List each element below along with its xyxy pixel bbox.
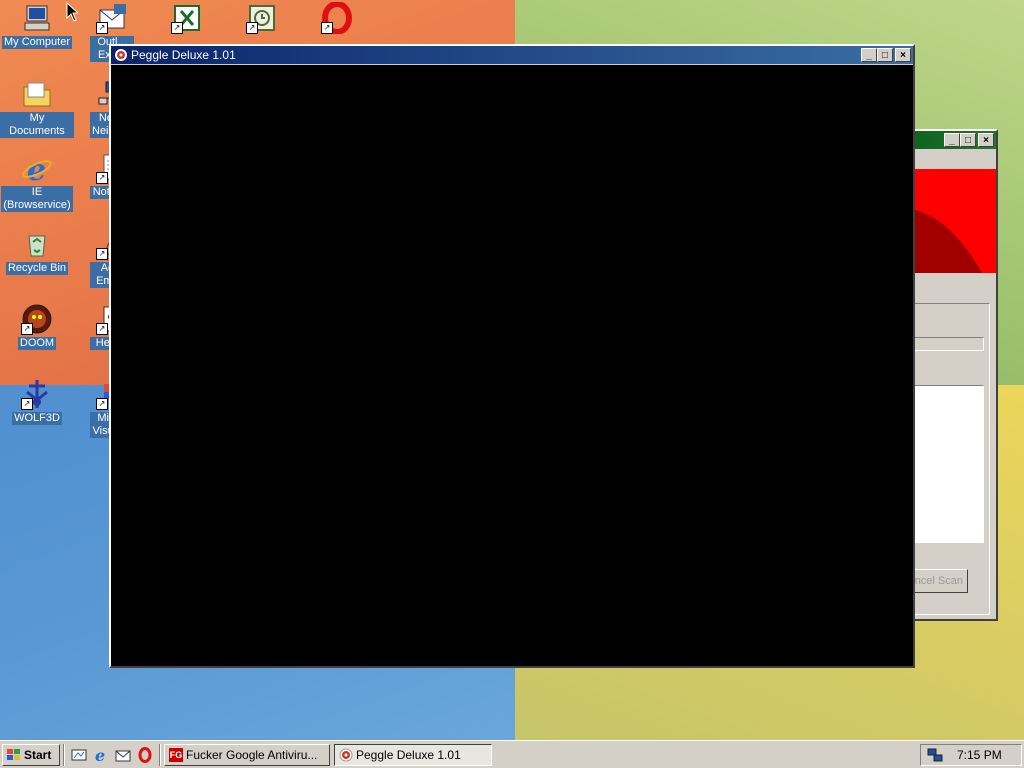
opera-icon: ↗	[321, 1, 353, 35]
peggle-game-canvas[interactable]	[111, 65, 913, 666]
window-title: Peggle Deluxe 1.01	[131, 48, 236, 62]
desktop-icon-my-computer[interactable]: My Computer	[0, 2, 74, 49]
desktop-icon-doom[interactable]: ↗ DOOM	[0, 303, 74, 350]
internet-explorer-icon[interactable]: e	[92, 746, 110, 764]
task-label: Peggle Deluxe 1.01	[356, 747, 461, 762]
antivirus-progress	[912, 337, 984, 351]
taskbar-separator	[159, 743, 161, 766]
antivirus-banner	[912, 169, 996, 273]
start-button[interactable]: Start	[2, 743, 60, 766]
icon-label: My Documents	[0, 112, 74, 138]
start-label: Start	[24, 747, 52, 762]
network-status-icon[interactable]	[927, 748, 943, 762]
outlook-express-icon: ↗	[96, 2, 128, 34]
windows-logo-icon	[6, 748, 22, 762]
maximize-button[interactable]: □	[960, 133, 976, 147]
antivirus-log	[912, 385, 984, 543]
task-button-peggle[interactable]: Peggle Deluxe 1.01	[334, 743, 492, 766]
cancel-scan-button[interactable]: ncel Scan	[906, 569, 968, 593]
desktop-icon-my-documents[interactable]: My Documents	[0, 78, 74, 138]
task-button-antivirus[interactable]: FG Fucker Google Antiviru...	[164, 743, 330, 766]
clock[interactable]: 7:15 PM	[957, 748, 1002, 762]
project-icon: ↗	[246, 2, 278, 34]
antivirus-icon: FG	[169, 747, 183, 762]
doom-icon: ↗	[21, 303, 53, 335]
cancel-scan-label: ncel Scan	[914, 575, 963, 587]
icon-label: WOLF3D	[12, 412, 62, 425]
mouse-cursor-icon	[66, 1, 80, 25]
desktop-icon-excel[interactable]: ↗	[150, 2, 224, 36]
svg-text:e: e	[95, 747, 105, 763]
peggle-titlebar[interactable]: Peggle Deluxe 1.01 _ □ ×	[111, 46, 913, 64]
taskbar: Start e FG Fucker Google Antiviru... Peg…	[0, 740, 1024, 768]
maximize-button[interactable]: □	[877, 48, 893, 62]
wolf3d-icon: ↗	[21, 378, 53, 410]
close-button[interactable]: ×	[895, 48, 911, 62]
desktop-icon-wolf3d[interactable]: ↗ WOLF3D	[0, 378, 74, 425]
icon-label: Recycle Bin	[5, 262, 69, 275]
icon-label: IE (Browservice)	[1, 186, 73, 212]
folder-icon	[21, 78, 53, 110]
icon-label: DOOM	[17, 337, 57, 350]
excel-icon: ↗	[171, 2, 203, 34]
my-computer-icon	[21, 2, 53, 34]
recycle-bin-icon	[21, 228, 53, 260]
icon-label: My Computer	[1, 36, 73, 49]
desktop-icon-opera[interactable]: ↗	[300, 1, 374, 36]
peggle-icon	[339, 748, 353, 762]
close-button[interactable]: ×	[978, 133, 994, 147]
desktop-icon-ie[interactable]: e IE (Browservice)	[0, 152, 74, 212]
task-label: Fucker Google Antiviru...	[186, 747, 318, 762]
outlook-express-icon[interactable]	[114, 746, 132, 764]
taskbar-separator	[63, 743, 65, 766]
minimize-button[interactable]: _	[944, 133, 960, 147]
system-tray: 7:15 PM	[920, 743, 1022, 766]
svg-text:e: e	[27, 153, 46, 184]
show-desktop-icon[interactable]	[70, 746, 88, 764]
peggle-window[interactable]: Peggle Deluxe 1.01 _ □ ×	[109, 44, 915, 668]
opera-icon[interactable]	[136, 746, 154, 764]
minimize-button[interactable]: _	[861, 48, 877, 62]
peggle-icon	[114, 48, 128, 62]
desktop-icon-project[interactable]: ↗	[225, 2, 299, 36]
desktop-icon-recycle-bin[interactable]: Recycle Bin	[0, 228, 74, 275]
internet-explorer-icon: e	[21, 152, 53, 188]
